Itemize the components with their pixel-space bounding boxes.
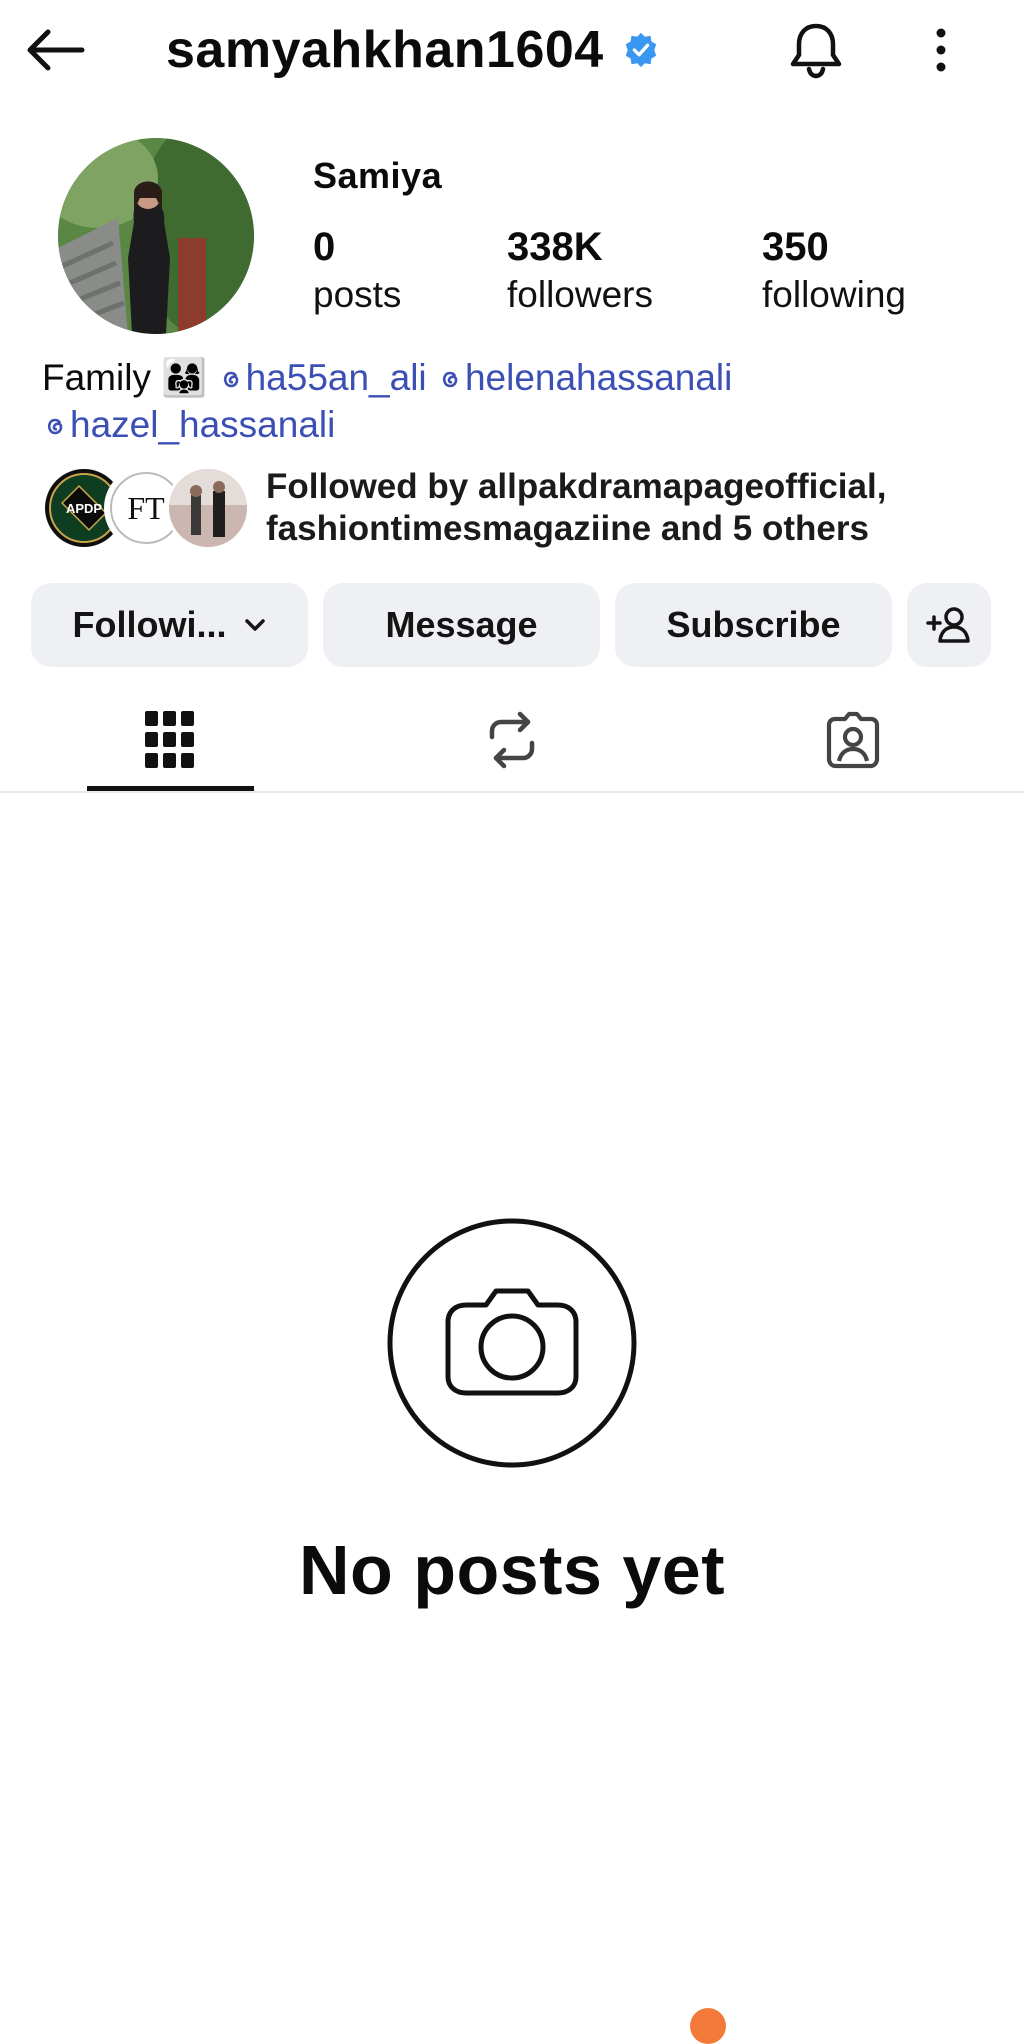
display-name: Samiya — [313, 155, 443, 196]
profile-username-header: samyahkhan1604 — [166, 14, 660, 86]
posts-stat[interactable]: 0 posts — [313, 224, 401, 320]
following-label: following — [762, 274, 906, 315]
followed-by-line2: fashiontimesmagaziine and 5 others — [266, 509, 869, 548]
mention-text: helenahassanali — [464, 357, 733, 398]
posts-label: posts — [313, 274, 402, 315]
subscribe-button[interactable]: Subscribe — [615, 583, 892, 667]
tab-tagged[interactable] — [703, 690, 1003, 790]
threads-icon — [47, 418, 63, 435]
followers-label: followers — [507, 274, 653, 315]
following-button-label: Followi... — [72, 604, 227, 645]
grid-icon — [145, 711, 194, 768]
arrow-left-icon — [27, 29, 85, 71]
threads-icon — [223, 371, 238, 388]
verified-badge-icon — [622, 31, 660, 69]
more-vertical-icon — [936, 28, 946, 72]
floating-indicator — [690, 2008, 726, 2044]
chevron-down-icon — [245, 619, 266, 631]
ft-logo-text: FT — [127, 490, 165, 526]
subscribe-button-label: Subscribe — [666, 604, 841, 645]
tab-posts-grid[interactable] — [20, 690, 320, 790]
following-button[interactable]: Followi... — [31, 583, 308, 667]
back-button[interactable] — [24, 18, 104, 82]
mutual-avatar-others — [166, 466, 250, 550]
username: samyahkhan1604 — [166, 21, 604, 79]
followed-by-line1: Followed by allpakdramapageofficial, — [266, 467, 887, 506]
mention-text: ha55an_ali — [245, 357, 427, 398]
profile-photo — [58, 138, 254, 334]
message-button-label: Message — [385, 604, 538, 645]
mutual-followers-avatars[interactable]: APDP FT — [42, 466, 250, 550]
add-user-icon — [926, 607, 970, 643]
tabs-divider — [0, 791, 1024, 793]
tab-reposts[interactable] — [362, 690, 662, 790]
message-button[interactable]: Message — [323, 583, 600, 667]
bio-mention-hazel-hassanali[interactable]: hazel_hassanali — [42, 404, 335, 445]
profile-bio: Family 👨‍👩‍👧 ha55an_ali helenahassanali … — [42, 354, 1002, 448]
following-stat[interactable]: 350 following — [762, 224, 906, 320]
followed-by-text[interactable]: Followed by allpakdramapageofficial, fas… — [266, 466, 886, 550]
apdp-logo-text: APDP — [66, 501, 102, 516]
repost-icon — [489, 711, 535, 769]
suggested-users-button[interactable] — [907, 583, 991, 667]
posts-count: 0 — [313, 225, 336, 269]
no-posts-message: No posts yet — [298, 1531, 726, 1609]
followers-count: 338K — [507, 225, 603, 269]
camera-icon — [386, 1217, 638, 1469]
bell-icon — [790, 23, 842, 79]
mention-text: hazel_hassanali — [70, 404, 336, 445]
tagged-user-icon — [826, 711, 880, 769]
bio-emoji: 👨‍👩‍👧 — [161, 357, 208, 398]
more-options-button[interactable] — [916, 14, 966, 86]
bio-mention-ha55an-ali[interactable]: ha55an_ali — [218, 357, 427, 398]
bio-mention-helenahassanali[interactable]: helenahassanali — [437, 357, 732, 398]
threads-icon — [442, 371, 458, 388]
notifications-button[interactable] — [782, 14, 850, 86]
profile-avatar[interactable] — [58, 138, 254, 334]
bio-prefix: Family — [42, 357, 151, 398]
followers-stat[interactable]: 338K followers — [507, 224, 653, 320]
following-count: 350 — [762, 225, 829, 269]
